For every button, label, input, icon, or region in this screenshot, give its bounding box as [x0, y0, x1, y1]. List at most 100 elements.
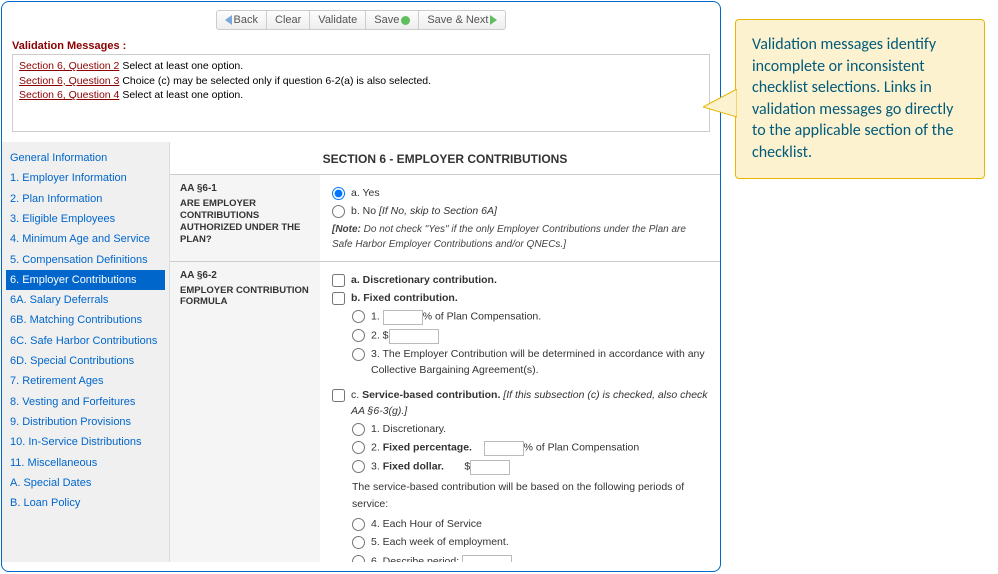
save-indicator-icon [401, 16, 410, 25]
question-code: AA §6-2 [180, 270, 310, 281]
check-b[interactable] [332, 292, 345, 305]
sidebar-item[interactable]: 6C. Safe Harbor Contributions [6, 331, 165, 351]
validation-text: Choice (c) may be selected only if quest… [122, 75, 431, 87]
sidebar-item[interactable]: 5. Compensation Definitions [6, 250, 165, 270]
period-input[interactable] [462, 555, 512, 563]
sidebar-item[interactable]: 1. Employer Information [6, 168, 165, 188]
option-label: 6. Describe period: [371, 553, 512, 563]
question-row-2: AA §6-2 EMPLOYER CONTRIBUTION FORMULA a.… [170, 261, 720, 562]
dollar-input[interactable] [470, 460, 510, 475]
sidebar-item[interactable]: 6D. Special Contributions [6, 351, 165, 371]
radio-c3[interactable] [352, 460, 365, 473]
radio-c4[interactable] [352, 518, 365, 531]
next-arrow-icon [490, 15, 497, 25]
option-c6: 6. Describe period: [352, 553, 708, 563]
option-label: a. Yes [351, 185, 380, 201]
note-text: Do not check "Yes" if the only Employer … [332, 224, 686, 251]
save-label: Save [374, 14, 399, 26]
validation-link[interactable]: Section 6, Question 4 [19, 89, 119, 101]
option-c: c. Service-based contribution. [If this … [332, 387, 708, 420]
radio-c1[interactable] [352, 423, 365, 436]
sidebar-item[interactable]: 6B. Matching Contributions [6, 310, 165, 330]
question-note: [Note: Do not check "Yes" if the only Em… [332, 222, 708, 253]
validate-button[interactable]: Validate [310, 11, 366, 29]
toolbar: Back Clear Validate Save Save & Next [2, 2, 720, 34]
question-row-1: AA §6-1 ARE EMPLOYER CONTRIBUTIONS AUTHO… [170, 174, 720, 261]
option-c2: 2. Fixed percentage. % of Plan Compensat… [352, 439, 708, 456]
sidebar-item[interactable]: 3. Eligible Employees [6, 209, 165, 229]
radio-c6[interactable] [352, 555, 365, 563]
validation-box: Section 6, Question 2 Select at least on… [12, 54, 710, 132]
validation-block: Validation Messages : Section 6, Questio… [2, 34, 720, 134]
radio-yes[interactable] [332, 187, 345, 200]
validation-msg: Section 6, Question 4 Select at least on… [19, 88, 703, 103]
callout-box: Validation messages identify incomplete … [735, 19, 985, 179]
toolbar-group: Back Clear Validate Save Save & Next [216, 10, 507, 30]
radio-no[interactable] [332, 205, 345, 218]
option-label: b. Fixed contribution. [351, 290, 458, 306]
option-label: c. Service-based contribution. [If this … [351, 387, 708, 420]
validation-text: Select at least one option. [122, 89, 243, 101]
sidebar-item[interactable]: 2. Plan Information [6, 189, 165, 209]
content-layout: General Information 1. Employer Informat… [2, 142, 720, 562]
option-label: 5. Each week of employment. [371, 534, 509, 550]
section-title: SECTION 6 - EMPLOYER CONTRIBUTIONS [170, 142, 720, 174]
back-arrow-icon [225, 15, 232, 25]
pct-input[interactable] [484, 441, 524, 456]
save-next-label: Save & Next [427, 14, 488, 26]
radio-b2[interactable] [352, 329, 365, 342]
sidebar-item[interactable]: 11. Miscellaneous [6, 453, 165, 473]
sidebar-item[interactable]: B. Loan Policy [6, 493, 165, 513]
opt-text: b. No [351, 205, 379, 217]
option-label: 1. % of Plan Compensation. [371, 308, 541, 325]
opt-text: 6. Describe period: [371, 555, 462, 562]
pct-input[interactable] [383, 310, 423, 325]
question-body: a. Discretionary contribution. b. Fixed … [320, 262, 720, 562]
radio-b3[interactable] [352, 348, 365, 361]
opt-bold: Service-based contribution. [362, 389, 500, 401]
opt-ital: [If No, skip to Section 6A] [379, 205, 497, 217]
validation-link[interactable]: Section 6, Question 2 [19, 60, 119, 72]
option-label: 2. Fixed percentage. % of Plan Compensat… [371, 439, 639, 456]
option-b1: 1. % of Plan Compensation. [352, 308, 708, 325]
option-a: a. Discretionary contribution. [332, 272, 708, 288]
option-label: a. Discretionary contribution. [351, 272, 497, 288]
app-frame: Back Clear Validate Save Save & Next Val… [1, 1, 721, 572]
option-c1: 1. Discretionary. [352, 421, 708, 437]
save-button[interactable]: Save [366, 11, 419, 29]
clear-button[interactable]: Clear [267, 11, 310, 29]
question-body: a. Yes b. No [If No, skip to Section 6A]… [320, 175, 720, 261]
dollar-input[interactable] [389, 329, 439, 344]
check-a[interactable] [332, 274, 345, 287]
radio-c2[interactable] [352, 441, 365, 454]
option-b: b. Fixed contribution. [332, 290, 708, 306]
validation-link[interactable]: Section 6, Question 3 [19, 75, 119, 87]
sidebar-item[interactable]: 7. Retirement Ages [6, 371, 165, 391]
opt-text: c. [351, 389, 362, 401]
radio-c5[interactable] [352, 536, 365, 549]
sidebar-item[interactable]: 6A. Salary Deferrals [6, 290, 165, 310]
question-header: AA §6-1 ARE EMPLOYER CONTRIBUTIONS AUTHO… [170, 175, 320, 261]
option-b3: 3. The Employer Contribution will be det… [352, 346, 708, 379]
opt-bold: Fixed dollar. [383, 461, 444, 473]
save-next-button[interactable]: Save & Next [419, 11, 505, 29]
service-intro: The service-based contribution will be b… [352, 479, 708, 512]
sidebar-item[interactable]: 9. Distribution Provisions [6, 412, 165, 432]
sidebar-item-active[interactable]: 6. Employer Contributions [6, 270, 165, 290]
callout: Validation messages identify incomplete … [735, 19, 985, 179]
validation-title: Validation Messages : [12, 40, 710, 52]
sidebar-item[interactable]: 10. In-Service Distributions [6, 432, 165, 452]
sidebar-item[interactable]: A. Special Dates [6, 473, 165, 493]
back-button[interactable]: Back [217, 11, 267, 29]
opt-text: 1. [371, 310, 383, 322]
question-code: AA §6-1 [180, 183, 310, 194]
sidebar-item[interactable]: 4. Minimum Age and Service [6, 229, 165, 249]
radio-b1[interactable] [352, 310, 365, 323]
sidebar-item[interactable]: 8. Vesting and Forfeitures [6, 392, 165, 412]
option-c3: 3. Fixed dollar. $ [352, 458, 708, 475]
option-label: 4. Each Hour of Service [371, 516, 482, 532]
validation-msg: Section 6, Question 3 Choice (c) may be … [19, 74, 703, 89]
check-c[interactable] [332, 389, 345, 402]
question-header: AA §6-2 EMPLOYER CONTRIBUTION FORMULA [170, 262, 320, 562]
sidebar-item[interactable]: General Information [6, 148, 165, 168]
